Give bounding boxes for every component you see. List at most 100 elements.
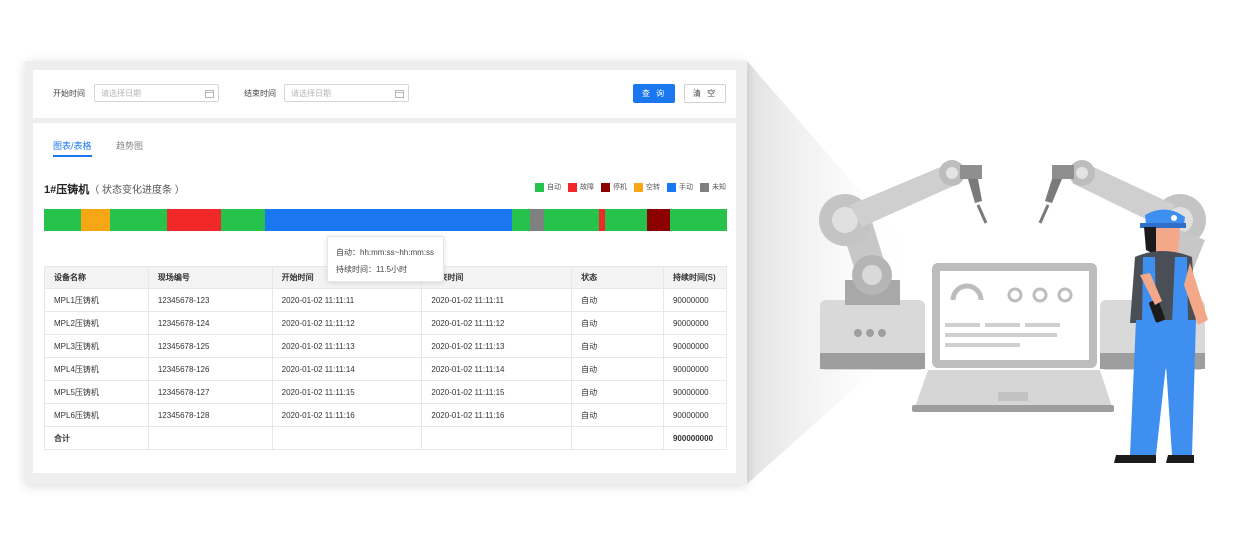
cell-device: MPL2压铸机: [44, 311, 149, 335]
status-segment[interactable]: [646, 209, 670, 231]
table-row[interactable]: MPL2压铸机 12345678-124 2020-01-02 11:11:12…: [44, 311, 728, 335]
status-tooltip: 自动：hh:mm:ss~hh:mm:ss 持续时间：11.5小时: [327, 236, 444, 282]
cell-site-no: 12345678-125: [147, 334, 273, 358]
status-segment[interactable]: [166, 209, 221, 231]
clear-button[interactable]: 清 空: [684, 84, 726, 103]
legend-label: 停机: [613, 184, 627, 191]
cell-device: MPL3压铸机: [44, 334, 149, 358]
cell-site-no: 12345678-124: [147, 311, 273, 335]
calendar-icon: [395, 90, 404, 98]
col-header-site-no: 现场编号: [147, 266, 273, 289]
app-window: 开始时间 请选择日期 结束时间 请选择日期 查 询 清 空 图表/表格 趋势图 …: [25, 61, 747, 484]
status-segment[interactable]: [264, 209, 513, 231]
cell-status: 自动: [571, 357, 664, 381]
col-header-duration: 持续时间(S): [662, 266, 728, 289]
table-row[interactable]: MPL6压铸机 12345678-128 2020-01-02 11:11:16…: [44, 403, 728, 427]
cell-empty: [571, 426, 664, 450]
legend-item-unknown: 未知: [700, 182, 726, 192]
laptop-icon: [912, 263, 1114, 412]
cell-site-no: 12345678-126: [147, 357, 273, 381]
legend-label: 手动: [679, 184, 693, 191]
cell-device: MPL5压铸机: [44, 380, 149, 404]
legend-item-auto: 自动: [535, 182, 561, 192]
table-row[interactable]: MPL3压铸机 12345678-125 2020-01-02 11:11:13…: [44, 334, 728, 358]
cell-start: 2020-01-02 11:11:13: [271, 334, 423, 358]
end-date-input[interactable]: 请选择日期: [284, 84, 409, 102]
calendar-icon: [205, 90, 214, 98]
table-row[interactable]: MPL5压铸机 12345678-127 2020-01-02 11:11:15…: [44, 380, 728, 404]
cell-status: 自动: [571, 334, 664, 358]
cell-duration: 90000000: [662, 288, 728, 312]
legend-swatch: [568, 182, 577, 192]
legend-label: 空转: [646, 184, 660, 191]
col-header-end: 结束时间: [421, 266, 573, 289]
cell-duration: 90000000: [662, 357, 728, 381]
start-date-input[interactable]: 请选择日期: [94, 84, 219, 102]
status-segment[interactable]: [512, 209, 530, 231]
query-button[interactable]: 查 询: [633, 84, 675, 103]
status-segment[interactable]: [80, 209, 110, 231]
end-time-label: 结束时间: [244, 89, 276, 98]
cell-start: 2020-01-02 11:11:14: [271, 357, 423, 381]
machine-name: 1#压铸机: [44, 184, 90, 196]
cell-site-no: 12345678-123: [147, 288, 273, 312]
legend-swatch: [634, 182, 643, 192]
table-row[interactable]: MPL4压铸机 12345678-126 2020-01-02 11:11:14…: [44, 357, 728, 381]
status-segment[interactable]: [604, 209, 647, 231]
status-table: 设备名称 现场编号 开始时间 结束时间 状态 持续时间(S) MPL1压铸机 1…: [44, 266, 728, 450]
cell-site-no: 12345678-128: [147, 403, 273, 427]
legend-label: 自动: [547, 184, 561, 191]
content-panel: 图表/表格 趋势图 1#压铸机（ 状态变化进度条 ） 自动 故障 停机 空转 手…: [33, 123, 736, 473]
tab-chart-table[interactable]: 图表/表格: [53, 139, 92, 157]
legend-swatch: [700, 182, 709, 192]
cell-status: 自动: [571, 380, 664, 404]
cell-end: 2020-01-02 11:11:15: [421, 380, 573, 404]
legend-swatch: [667, 182, 676, 192]
legend-swatch: [535, 182, 544, 192]
cell-status: 自动: [571, 288, 664, 312]
status-segment[interactable]: [544, 209, 599, 231]
cell-duration: 90000000: [662, 380, 728, 404]
cell-end: 2020-01-02 11:11:11: [421, 288, 573, 312]
cell-start: 2020-01-02 11:11:16: [271, 403, 423, 427]
status-segment[interactable]: [109, 209, 167, 231]
legend-item-stop: 停机: [601, 182, 627, 192]
status-segment[interactable]: [669, 209, 727, 231]
cell-total-value: 900000000: [662, 426, 728, 450]
tooltip-duration: 持续时间：11.5小时: [336, 265, 407, 274]
cell-empty: [147, 426, 273, 450]
table-total-row: 合计 900000000: [44, 426, 728, 450]
status-segment[interactable]: [220, 209, 265, 231]
cell-site-no: 12345678-127: [147, 380, 273, 404]
cell-end: 2020-01-02 11:11:14: [421, 357, 573, 381]
col-header-device: 设备名称: [44, 266, 149, 289]
status-segment[interactable]: [529, 209, 545, 231]
status-legend: 自动 故障 停机 空转 手动 未知: [535, 182, 726, 192]
table-row[interactable]: MPL1压铸机 12345678-123 2020-01-02 11:11:11…: [44, 288, 728, 312]
cell-empty: [421, 426, 573, 450]
cell-status: 自动: [571, 403, 664, 427]
legend-item-manual: 手动: [667, 182, 693, 192]
cell-duration: 90000000: [662, 334, 728, 358]
cell-device: MPL6压铸机: [44, 403, 149, 427]
legend-label: 故障: [580, 184, 594, 191]
cell-duration: 90000000: [662, 311, 728, 335]
end-date-placeholder: 请选择日期: [291, 89, 331, 98]
filter-bar: 开始时间 请选择日期 结束时间 请选择日期 查 询 清 空: [33, 70, 736, 118]
cell-start: 2020-01-02 11:11:11: [271, 288, 423, 312]
cell-end: 2020-01-02 11:11:16: [421, 403, 573, 427]
chart-title: 1#压铸机（ 状态变化进度条 ）: [44, 181, 185, 197]
legend-item-fault: 故障: [568, 182, 594, 192]
cell-start: 2020-01-02 11:11:15: [271, 380, 423, 404]
cell-end: 2020-01-02 11:11:13: [421, 334, 573, 358]
start-date-placeholder: 请选择日期: [101, 89, 141, 98]
tab-trend[interactable]: 趋势图: [116, 139, 143, 152]
legend-swatch: [601, 182, 610, 192]
chart-subtitle: （ 状态变化进度条 ）: [89, 185, 185, 196]
status-segment[interactable]: [44, 209, 81, 231]
tooltip-time-range: 自动：hh:mm:ss~hh:mm:ss: [336, 248, 435, 257]
cell-empty: [271, 426, 423, 450]
cell-device: MPL1压铸机: [44, 288, 149, 312]
col-header-status: 状态: [571, 266, 664, 289]
legend-label: 未知: [712, 184, 726, 191]
